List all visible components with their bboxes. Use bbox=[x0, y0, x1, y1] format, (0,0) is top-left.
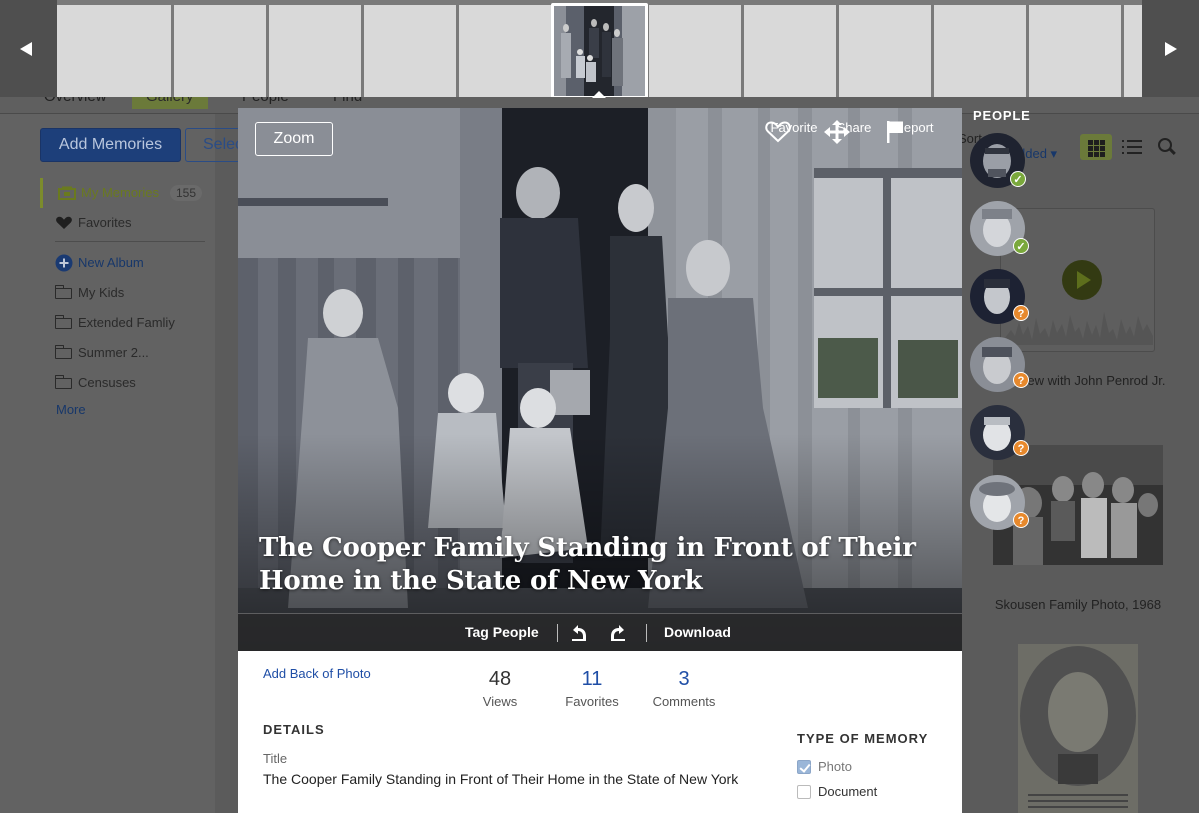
filmstrip-thumbnail[interactable] bbox=[79, 5, 171, 97]
type-of-memory-heading: TYPE OF MEMORY bbox=[797, 731, 929, 746]
unconfirmed-question-icon: ? bbox=[1013, 512, 1029, 528]
waveform-graphic bbox=[1005, 312, 1153, 345]
zoom-button[interactable]: Zoom bbox=[255, 122, 333, 156]
title-field-label: Title bbox=[263, 751, 288, 766]
sidebar-item-my-memories[interactable]: My Memories 155 bbox=[40, 178, 205, 208]
heart-icon bbox=[56, 216, 72, 229]
new-album-button[interactable]: New Album bbox=[40, 248, 205, 278]
albums-icon bbox=[58, 186, 76, 200]
comments-stat[interactable]: 3 Comments bbox=[639, 668, 729, 709]
plus-circle-icon bbox=[55, 254, 73, 272]
sidebar-item-label: Censuses bbox=[78, 375, 136, 390]
share-button[interactable]: Share bbox=[824, 120, 884, 144]
memory-caption: Skousen Family Photo, 1968 bbox=[994, 597, 1162, 612]
favorites-stat[interactable]: 11 Favorites bbox=[547, 668, 637, 709]
flag-icon bbox=[887, 121, 903, 143]
filmstrip-thumbnail[interactable] bbox=[459, 5, 551, 97]
type-option-document[interactable]: Document bbox=[797, 784, 877, 800]
type-option-label: Photo bbox=[818, 759, 852, 774]
sidebar-item-label: Summer 2... bbox=[78, 345, 149, 360]
search-icon[interactable] bbox=[1158, 138, 1172, 152]
active-thumbnail-pointer bbox=[592, 91, 606, 98]
sidebar-item-album[interactable]: Censuses bbox=[40, 368, 205, 398]
sidebar-list: My Memories 155 Favorites New Album My K… bbox=[40, 178, 205, 422]
details-heading: DETAILS bbox=[263, 722, 325, 737]
favorites-count[interactable]: 11 bbox=[547, 668, 637, 690]
people-heading: PEOPLE bbox=[973, 108, 1031, 123]
add-memories-button[interactable]: Add Memories bbox=[40, 128, 181, 162]
sidebar-item-label: Extended Famliy bbox=[78, 315, 175, 330]
filmstrip-thumbnail[interactable] bbox=[364, 5, 456, 97]
select-button[interactable]: Selec bbox=[185, 128, 245, 162]
tag-people-button[interactable]: Tag People bbox=[465, 624, 539, 640]
folder-icon bbox=[55, 285, 72, 299]
unconfirmed-question-icon: ? bbox=[1013, 305, 1029, 321]
filmstrip-thumbnail-active[interactable] bbox=[551, 3, 648, 97]
photo-checkbox[interactable] bbox=[797, 760, 811, 774]
views-label: Views bbox=[482, 694, 518, 709]
type-option-photo[interactable]: Photo bbox=[797, 759, 852, 775]
memory-thumbnail[interactable] bbox=[1018, 644, 1138, 813]
favorites-label: Favorites bbox=[565, 694, 619, 709]
more-albums-link[interactable]: More bbox=[40, 398, 205, 422]
filmstrip-thumbnail[interactable] bbox=[1124, 5, 1142, 97]
filmstrip-next-button[interactable] bbox=[1142, 0, 1199, 97]
title-field-value[interactable]: The Cooper Family Standing in Front of T… bbox=[263, 770, 753, 789]
comments-count[interactable]: 3 bbox=[639, 668, 729, 690]
sidebar-item-label: New Album bbox=[78, 255, 144, 270]
filmstrip-thumbnails bbox=[57, 0, 1142, 97]
unconfirmed-question-icon: ? bbox=[1013, 372, 1029, 388]
filmstrip-thumbnail[interactable] bbox=[839, 5, 931, 97]
filmstrip-thumbnail[interactable] bbox=[934, 5, 1026, 97]
share-arrows-icon bbox=[824, 120, 850, 144]
sidebar-item-label: Favorites bbox=[78, 215, 132, 230]
filmstrip-thumbnail[interactable] bbox=[649, 5, 741, 97]
heart-icon bbox=[765, 121, 791, 143]
download-button[interactable]: Download bbox=[664, 624, 731, 640]
favorite-button[interactable]: Favorite bbox=[764, 120, 824, 143]
sidebar-item-album[interactable]: My Kids bbox=[40, 278, 205, 308]
filmstrip-thumbnail[interactable] bbox=[174, 5, 266, 97]
folder-icon bbox=[55, 315, 72, 329]
filmstrip-thumbnail[interactable] bbox=[1029, 5, 1121, 97]
photo-actions: Favorite Share Report bbox=[764, 120, 954, 164]
sidebar-item-label: My Kids bbox=[78, 285, 125, 300]
sidebar-item-album[interactable]: Summer 2... bbox=[40, 338, 205, 368]
unconfirmed-question-icon: ? bbox=[1013, 440, 1029, 456]
memory-photo[interactable]: Zoom Favorite Share Report The Cooper Fa… bbox=[238, 108, 962, 651]
toolbar-divider bbox=[646, 624, 647, 642]
photo-title: The Cooper Family Standing in Front of T… bbox=[259, 533, 916, 596]
confirmed-check-icon: ✓ bbox=[1010, 171, 1026, 187]
list-view-icon[interactable] bbox=[1122, 139, 1142, 155]
audio-memory-caption: iew with John Penrod Jr. bbox=[1024, 373, 1166, 388]
sidebar-item-album[interactable]: Extended Famliy bbox=[40, 308, 205, 338]
filmstrip-thumbnail[interactable] bbox=[744, 5, 836, 97]
views-count: 48 bbox=[488, 668, 512, 690]
report-button[interactable]: Report bbox=[884, 120, 944, 143]
filmstrip-prev-button[interactable] bbox=[0, 0, 57, 97]
rotate-right-icon[interactable] bbox=[609, 624, 627, 642]
play-icon[interactable] bbox=[1062, 260, 1102, 300]
document-checkbox[interactable] bbox=[797, 785, 811, 799]
toolbar-divider bbox=[557, 624, 558, 642]
views-stat: 48 Views bbox=[455, 668, 545, 709]
folder-icon bbox=[55, 345, 72, 359]
folder-icon bbox=[55, 375, 72, 389]
rotate-left-icon[interactable] bbox=[570, 624, 588, 642]
sidebar-item-favorites[interactable]: Favorites bbox=[40, 208, 205, 238]
type-option-label: Document bbox=[818, 784, 878, 799]
sidebar-item-label: My Memories bbox=[81, 185, 160, 200]
filmstrip-thumbnail[interactable] bbox=[57, 5, 79, 97]
sidebar-divider bbox=[55, 241, 205, 242]
comments-label: Comments bbox=[652, 694, 716, 709]
memories-count-badge: 155 bbox=[169, 185, 202, 201]
confirmed-check-icon: ✓ bbox=[1013, 238, 1029, 254]
grid-view-icon[interactable] bbox=[1080, 134, 1112, 160]
photo-toolbar: Tag People Download bbox=[238, 613, 962, 651]
filmstrip bbox=[0, 0, 1199, 98]
filmstrip-thumbnail[interactable] bbox=[269, 5, 361, 97]
add-back-of-photo-link[interactable]: Add Back of Photo bbox=[263, 666, 371, 681]
memory-viewer: Zoom Favorite Share Report The Cooper Fa… bbox=[238, 108, 962, 813]
